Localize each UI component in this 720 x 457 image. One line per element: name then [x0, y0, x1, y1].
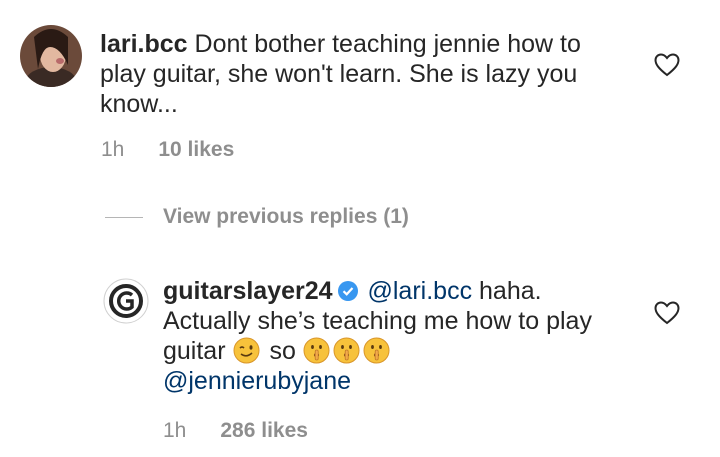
- divider-line: [105, 216, 143, 218]
- reply-time: 1h: [163, 419, 187, 442]
- reply-username[interactable]: guitarslayer24: [163, 277, 333, 305]
- heart-icon[interactable]: [654, 53, 680, 77]
- mention-jennierubyjane[interactable]: @jennierubyjane: [163, 367, 351, 395]
- view-previous-replies-label: View previous replies (1): [163, 205, 409, 228]
- comment-username[interactable]: lari.bcc: [100, 30, 188, 58]
- reply-likes[interactable]: 286 likes: [220, 419, 308, 443]
- heart-icon[interactable]: [654, 301, 680, 325]
- avatar-guitarslayer24[interactable]: [103, 278, 149, 324]
- comment-meta: 1h 10 likes: [101, 138, 234, 162]
- shushing-face-emoji: [333, 337, 360, 364]
- comment-likes[interactable]: 10 likes: [158, 138, 234, 162]
- comment-text: lari.bcc Dont bother teaching jennie how…: [100, 29, 620, 119]
- reply-meta: 1h 286 likes: [163, 419, 308, 443]
- reply-text: guitarslayer24 @lari.bcc haha. Actually …: [163, 276, 633, 396]
- view-previous-replies-button[interactable]: View previous replies (1): [105, 205, 409, 229]
- winking-face-emoji: [233, 337, 260, 364]
- shushing-face-emoji: [303, 337, 330, 364]
- comment-time: 1h: [101, 138, 125, 161]
- verified-icon: [337, 279, 359, 301]
- shushing-face-emoji: [363, 337, 390, 364]
- avatar-lari-bcc[interactable]: [20, 25, 82, 87]
- reply-body-b: so: [269, 337, 296, 365]
- mention-lari-bcc[interactable]: @lari.bcc: [368, 277, 473, 305]
